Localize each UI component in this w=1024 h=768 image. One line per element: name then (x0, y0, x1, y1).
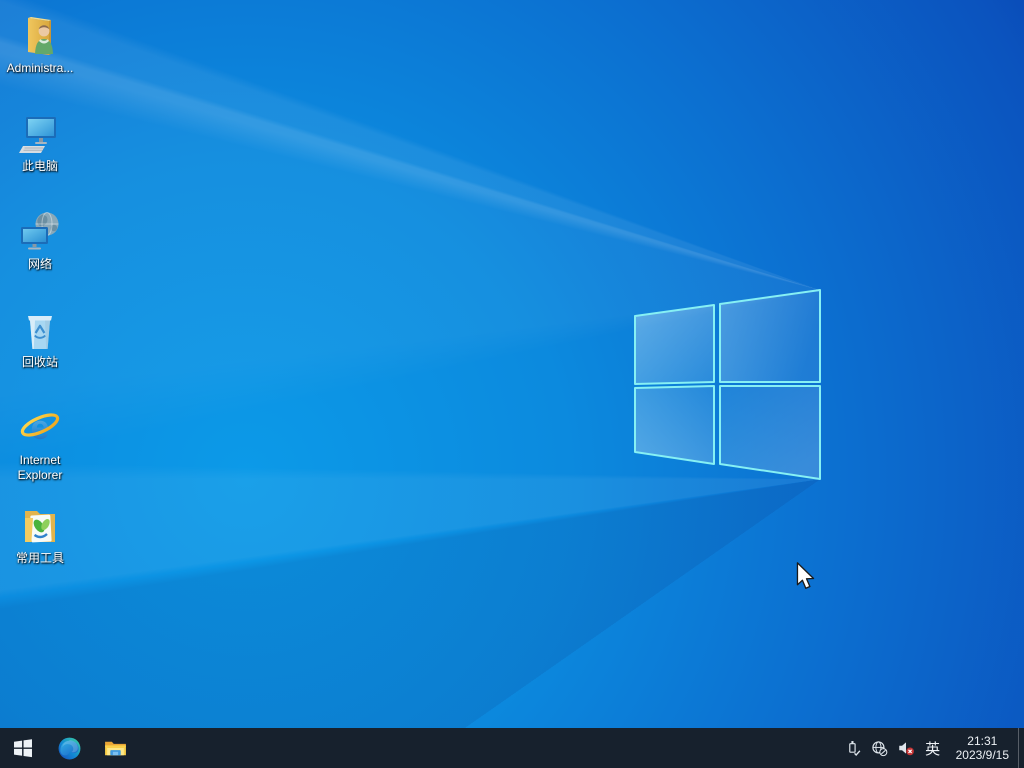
desktop-icon-this-pc[interactable]: 此电脑 (1, 108, 79, 206)
desktop-icon-grid: Administra... 此电脑 网络 回收站 e Internet Expl… (1, 10, 79, 598)
desktop-icon-label: 常用工具 (15, 551, 64, 565)
usb-safe-remove-icon (849, 740, 861, 756)
usb-safe-remove-tray-button[interactable] (841, 728, 867, 768)
desktop-icon-administrator[interactable]: Administra... (1, 10, 79, 108)
desktop-icon-label: 此电脑 (21, 159, 58, 173)
network-globe-icon (21, 212, 59, 250)
edge-icon (58, 737, 80, 759)
network-offline-icon (872, 740, 888, 756)
desktop-icon-recycle-bin[interactable]: 回收站 (1, 304, 79, 402)
edge-taskbar-button[interactable] (46, 728, 92, 768)
show-desktop-button[interactable] (1018, 728, 1024, 768)
desktop-icon-label: Internet Explorer (17, 453, 63, 482)
file-explorer-icon (104, 741, 126, 755)
volume-tray-button[interactable] (893, 728, 919, 768)
desktop-icon-label: 网络 (27, 257, 52, 271)
desktop-icon-network[interactable]: 网络 (1, 206, 79, 304)
clock-time: 21:31 (967, 734, 998, 748)
network-status-tray-button[interactable] (867, 728, 893, 768)
desktop-icon-label: 回收站 (21, 355, 58, 369)
system-tray: 英 21:31 2023/9/15 (841, 728, 1024, 768)
taskbar: 英 21:31 2023/9/15 (0, 728, 1024, 768)
start-icon (14, 739, 32, 758)
recycle-bin-icon (28, 316, 52, 349)
desktop-icon-common-tools[interactable]: 常用工具 (1, 500, 79, 598)
desktop[interactable]: Administra... 此电脑 网络 回收站 e Internet Expl… (0, 0, 1024, 768)
taskbar-clock[interactable]: 21:31 2023/9/15 (947, 728, 1018, 768)
internet-explorer-icon: e (20, 409, 60, 447)
tools-folder-icon (25, 511, 55, 543)
desktop-icon-label: Administra... (6, 61, 74, 75)
ime-language-indicator[interactable]: 英 (919, 728, 947, 768)
this-pc-icon (19, 117, 56, 153)
start-button[interactable] (0, 728, 46, 768)
file-explorer-taskbar-button[interactable] (92, 728, 138, 768)
desktop-wallpaper (0, 0, 1024, 768)
clock-date: 2023/9/15 (955, 748, 1009, 762)
user-folder-icon (28, 17, 53, 55)
volume-muted-icon (898, 742, 914, 756)
desktop-icon-internet-explorer[interactable]: e Internet Explorer (1, 402, 79, 500)
